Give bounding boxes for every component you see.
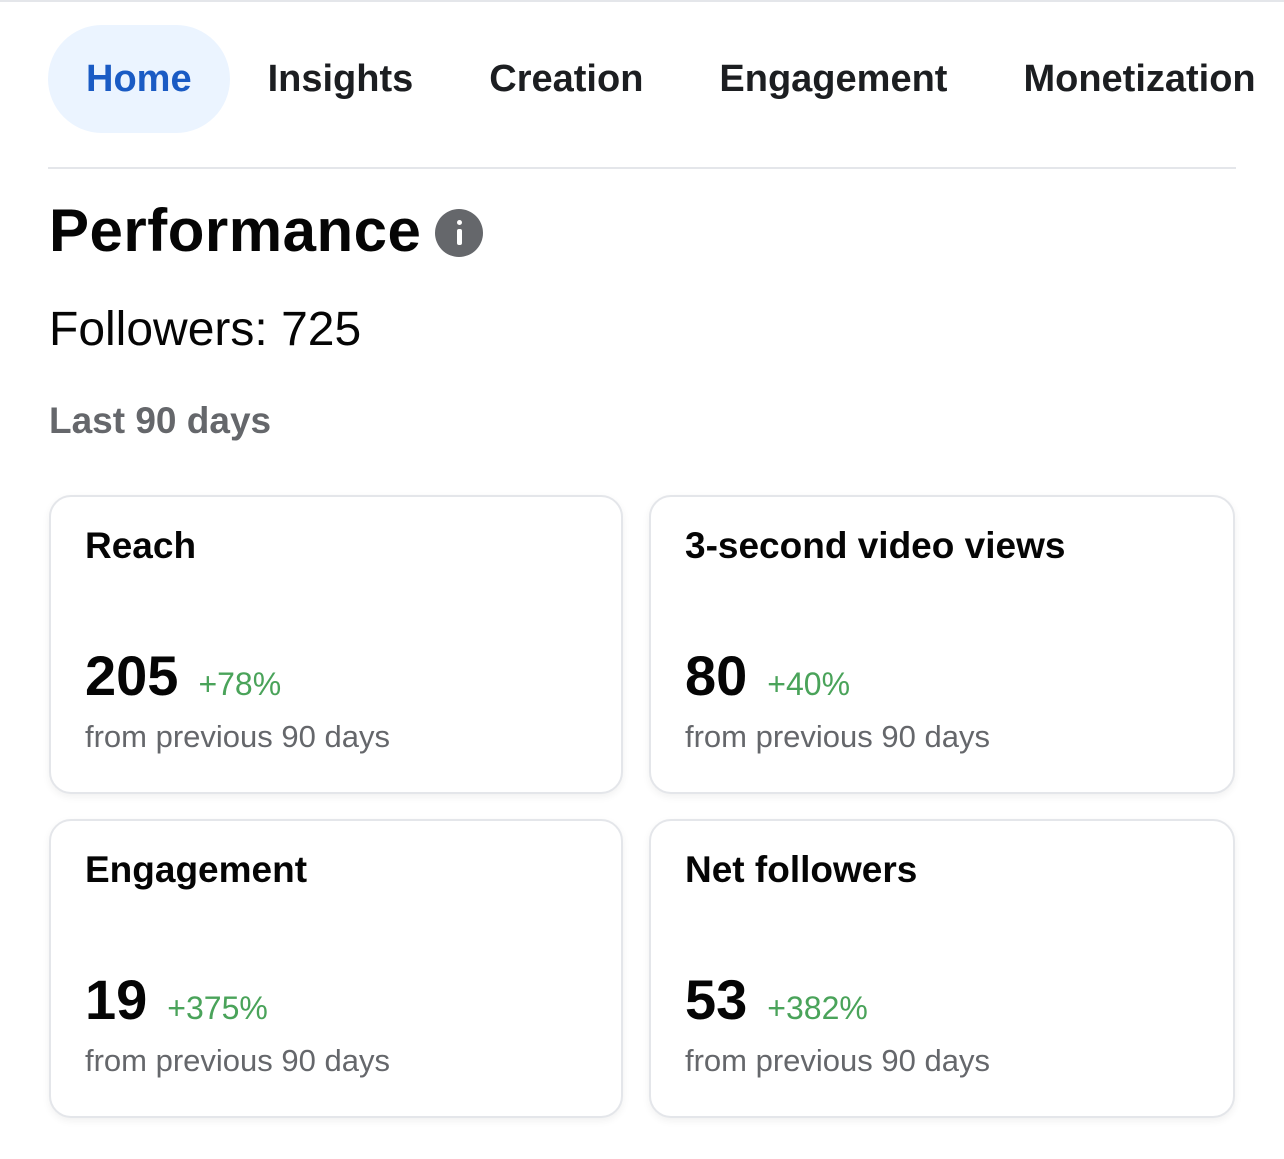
- metric-value-row: 19 +375%: [85, 967, 268, 1032]
- metric-card-title: Reach: [85, 525, 197, 566]
- metric-card-net-followers[interactable]: Net followers 53 +382% from previous 90 …: [649, 819, 1235, 1118]
- metric-value-row: 80 +40%: [685, 643, 850, 708]
- metric-card-title: Net followers: [685, 849, 918, 890]
- followers-count: Followers: 725: [49, 302, 361, 357]
- tab-home[interactable]: Home: [48, 25, 230, 133]
- metric-caption: from previous 90 days: [85, 719, 390, 754]
- tab-engagement[interactable]: Engagement: [719, 25, 947, 133]
- tab-insights[interactable]: Insights: [268, 25, 414, 133]
- metric-value: 19: [85, 968, 148, 1031]
- metric-caption: from previous 90 days: [85, 1043, 390, 1078]
- metric-change: +40%: [767, 666, 851, 702]
- page-title: Performance: [49, 197, 422, 264]
- metric-card-video-views[interactable]: 3-second video views 80 +40% from previo…: [649, 495, 1235, 794]
- metric-caption: from previous 90 days: [685, 719, 990, 754]
- period-label: Last 90 days: [49, 400, 272, 441]
- metric-value-row: 53 +382%: [685, 967, 868, 1032]
- info-icon[interactable]: [435, 208, 484, 257]
- tab-monetization[interactable]: Monetization: [1023, 25, 1255, 133]
- metric-value-row: 205 +78%: [85, 643, 281, 708]
- tab-creation[interactable]: Creation: [489, 25, 643, 133]
- metric-card-title: 3-second video views: [685, 525, 1066, 566]
- performance-header: Performance: [49, 196, 484, 265]
- metric-caption: from previous 90 days: [685, 1043, 990, 1078]
- metric-change: +375%: [167, 990, 268, 1026]
- top-rule: [0, 0, 1284, 2]
- metric-value: 80: [685, 644, 748, 707]
- metric-card-reach[interactable]: Reach 205 +78% from previous 90 days: [49, 495, 623, 794]
- metric-card-title: Engagement: [85, 849, 308, 890]
- metric-card-engagement[interactable]: Engagement 19 +375% from previous 90 day…: [49, 819, 623, 1118]
- tab-bar: Home Insights Creation Engagement Moneti…: [48, 25, 1256, 133]
- metric-change: +382%: [767, 990, 868, 1026]
- metric-value: 205: [85, 644, 179, 707]
- followers-label: Followers:: [49, 303, 268, 356]
- metric-change: +78%: [198, 666, 282, 702]
- metric-value: 53: [685, 968, 748, 1031]
- followers-value: 725: [281, 303, 362, 356]
- tabs-divider: [48, 167, 1236, 169]
